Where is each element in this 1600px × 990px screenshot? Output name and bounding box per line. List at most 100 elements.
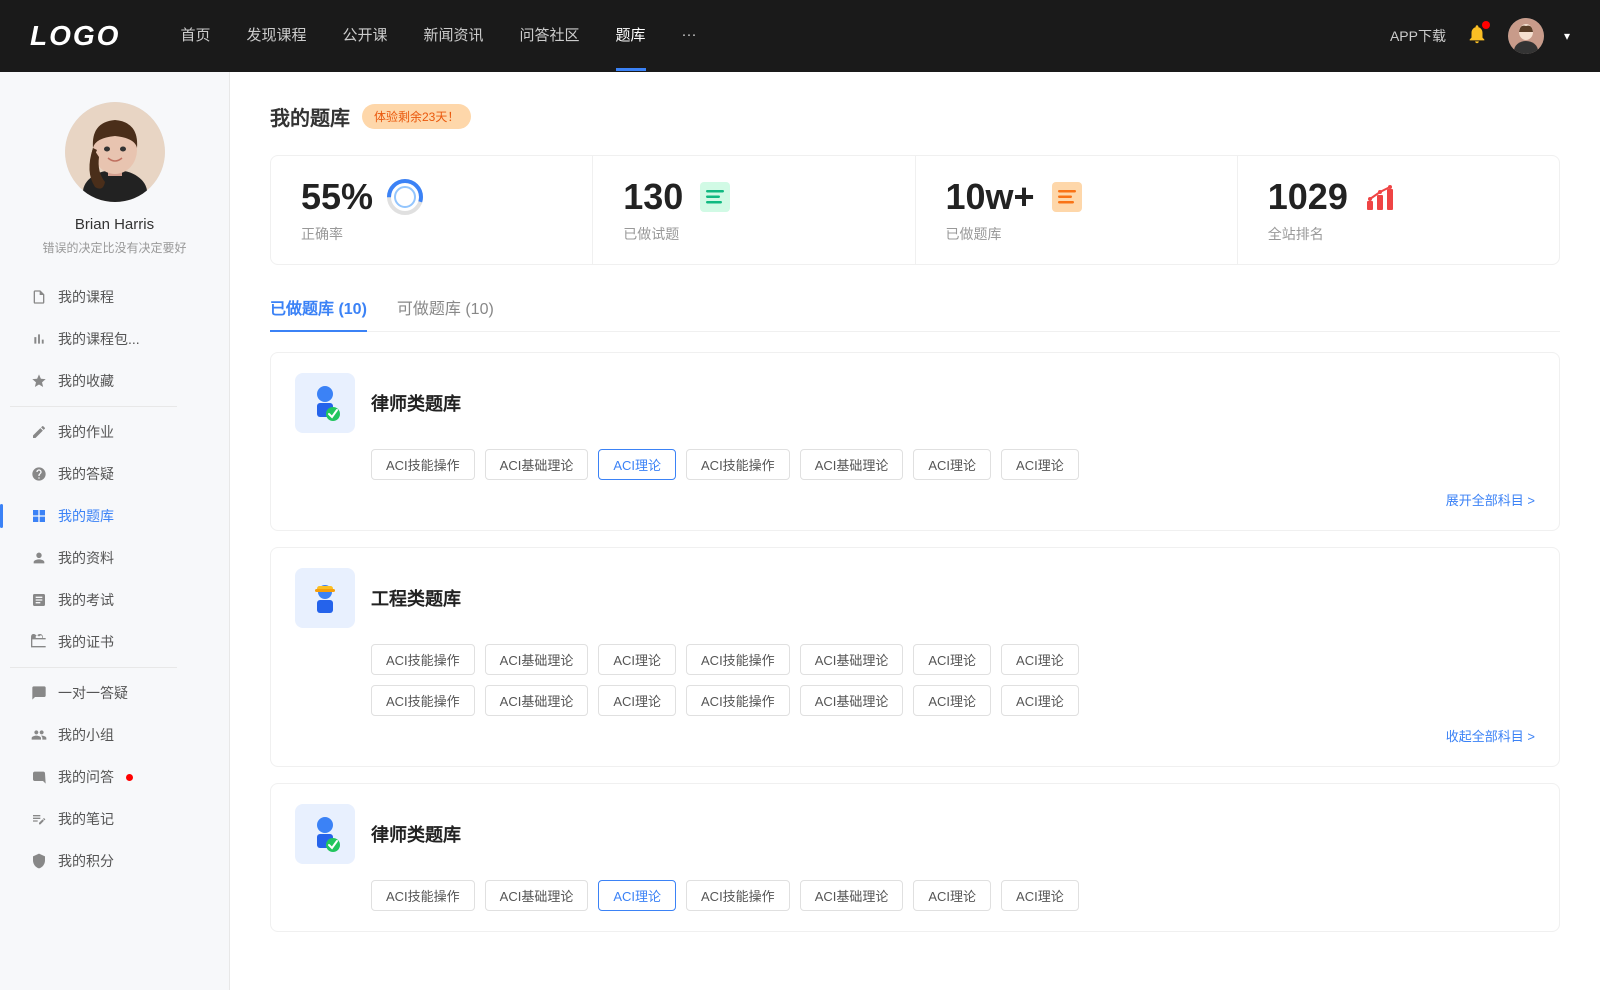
sidebar-item-my-courses[interactable]: 我的课程 [10, 276, 219, 318]
eng-tag-12[interactable]: ACI理论 [913, 685, 991, 716]
l2-tag-0[interactable]: ACI技能操作 [371, 880, 475, 911]
bank-title-lawyer-2: 律师类题库 [371, 821, 461, 847]
bank-tags-lawyer-1: ACI技能操作 ACI基础理论 ACI理论 ACI技能操作 ACI基础理论 AC… [295, 449, 1535, 480]
sidebar-item-my-points[interactable]: 我的积分 [10, 840, 219, 882]
sidebar-item-my-group[interactable]: 我的小组 [10, 714, 219, 756]
bank-footer-engineer: 收起全部科目 > [295, 726, 1535, 746]
bank-header-lawyer-2: 律师类题库 [295, 804, 1535, 864]
stat-value-rank: 1029 [1268, 176, 1348, 218]
app-download-button[interactable]: APP下载 [1390, 26, 1446, 46]
sidebar-item-my-data[interactable]: 我的资料 [10, 537, 219, 579]
tag-4[interactable]: ACI基础理论 [800, 449, 904, 480]
sidebar-label-cert: 我的证书 [58, 632, 114, 652]
navbar-right: APP下载 ▾ [1390, 18, 1570, 54]
main-content: 我的题库 体验剩余23天！ 55% 正确率 [230, 72, 1600, 990]
collapse-button-engineer[interactable]: 收起全部科目 > [1446, 729, 1535, 744]
edit-icon [30, 423, 48, 441]
eng-tag-1[interactable]: ACI基础理论 [485, 644, 589, 675]
sidebar-item-one-on-one[interactable]: 一对一答疑 [10, 672, 219, 714]
tag-3[interactable]: ACI技能操作 [686, 449, 790, 480]
eng-tag-11[interactable]: ACI基础理论 [800, 685, 904, 716]
stat-value-banks: 10w+ [946, 176, 1035, 218]
tab-done[interactable]: 已做题库 (10) [270, 295, 367, 331]
sidebar-item-my-questions[interactable]: 我的问答 [10, 756, 219, 798]
cert-icon [30, 633, 48, 651]
l2-tag-5[interactable]: ACI理论 [913, 880, 991, 911]
bank-tags-engineer-row2: ACI技能操作 ACI基础理论 ACI理论 ACI技能操作 ACI基础理论 AC… [295, 685, 1535, 716]
eng-tag-2[interactable]: ACI理论 [598, 644, 676, 675]
user-menu-chevron[interactable]: ▾ [1564, 29, 1570, 43]
l2-tag-4[interactable]: ACI基础理论 [800, 880, 904, 911]
eng-tag-9[interactable]: ACI理论 [598, 685, 676, 716]
engineer-icon [295, 568, 355, 628]
bank-section-lawyer-1: 律师类题库 ACI技能操作 ACI基础理论 ACI理论 ACI技能操作 ACI基… [270, 352, 1560, 531]
sidebar-item-my-notes[interactable]: 我的笔记 [10, 798, 219, 840]
nav-discover[interactable]: 发现课程 [246, 24, 306, 49]
tag-6[interactable]: ACI理论 [1001, 449, 1079, 480]
doc-icon [30, 591, 48, 609]
nav-home[interactable]: 首页 [180, 24, 210, 49]
nav-qa[interactable]: 问答社区 [520, 24, 580, 49]
list-green-icon [695, 177, 735, 217]
sidebar-label-homework: 我的作业 [58, 422, 114, 442]
group-icon [30, 726, 48, 744]
sidebar-item-my-bank[interactable]: 我的题库 [10, 495, 219, 537]
sidebar-item-qa[interactable]: 我的答疑 [10, 453, 219, 495]
sidebar-label-favorites: 我的收藏 [58, 371, 114, 391]
stat-label-banks: 已做题库 [946, 224, 1207, 244]
eng-tag-0[interactable]: ACI技能操作 [371, 644, 475, 675]
stat-value-accuracy: 55% [301, 176, 373, 218]
nav-news[interactable]: 新闻资讯 [424, 24, 484, 49]
bank-title-lawyer-1: 律师类题库 [371, 390, 461, 416]
l2-tag-6[interactable]: ACI理论 [1001, 880, 1079, 911]
sidebar-item-homework[interactable]: 我的作业 [10, 411, 219, 453]
sidebar-label-my-questions: 我的问答 [58, 767, 114, 787]
bank-tabs: 已做题库 (10) 可做题库 (10) [270, 295, 1560, 332]
bank-tags-engineer-row1: ACI技能操作 ACI基础理论 ACI理论 ACI技能操作 ACI基础理论 AC… [295, 644, 1535, 675]
nav-question-bank[interactable]: 题库 [616, 24, 646, 49]
eng-tag-4[interactable]: ACI基础理论 [800, 644, 904, 675]
stat-top-done: 130 [623, 176, 884, 218]
lawyer-icon [295, 373, 355, 433]
tag-1[interactable]: ACI基础理论 [485, 449, 589, 480]
nav-open-course[interactable]: 公开课 [342, 24, 387, 49]
points-icon [30, 852, 48, 870]
logo: LOGO [30, 20, 120, 52]
tag-0[interactable]: ACI技能操作 [371, 449, 475, 480]
eng-tag-10[interactable]: ACI技能操作 [686, 685, 790, 716]
tag-5[interactable]: ACI理论 [913, 449, 991, 480]
bank-section-lawyer-2: 律师类题库 ACI技能操作 ACI基础理论 ACI理论 ACI技能操作 ACI基… [270, 783, 1560, 932]
stat-top-rank: 1029 [1268, 176, 1529, 218]
tab-available[interactable]: 可做题库 (10) [397, 295, 494, 331]
eng-tag-3[interactable]: ACI技能操作 [686, 644, 790, 675]
user-avatar-nav[interactable] [1508, 18, 1544, 54]
sidebar-item-favorites[interactable]: 我的收藏 [10, 360, 219, 402]
sidebar-item-cert[interactable]: 我的证书 [10, 621, 219, 663]
stat-accuracy: 55% 正确率 [271, 156, 593, 264]
l2-tag-1[interactable]: ACI基础理论 [485, 880, 589, 911]
l2-tag-2[interactable]: ACI理论 [598, 880, 676, 911]
sidebar: Brian Harris 错误的决定比没有决定要好 我的课程 我的课程包... [0, 72, 230, 990]
bank-title-engineer: 工程类题库 [371, 585, 461, 611]
l2-tag-3[interactable]: ACI技能操作 [686, 880, 790, 911]
sidebar-item-my-exam[interactable]: 我的考试 [10, 579, 219, 621]
eng-tag-13[interactable]: ACI理论 [1001, 685, 1079, 716]
stat-top-accuracy: 55% [301, 176, 562, 218]
bank-header-lawyer-1: 律师类题库 [295, 373, 1535, 433]
tag-2[interactable]: ACI理论 [598, 449, 676, 480]
sidebar-label-my-bank: 我的题库 [58, 506, 114, 526]
eng-tag-8[interactable]: ACI基础理论 [485, 685, 589, 716]
expand-button-lawyer-1[interactable]: 展开全部科目 > [1446, 493, 1535, 508]
grid-icon [30, 507, 48, 525]
eng-tag-6[interactable]: ACI理论 [1001, 644, 1079, 675]
notification-dot [1482, 21, 1490, 29]
sidebar-item-course-pack[interactable]: 我的课程包... [10, 318, 219, 360]
nav-more[interactable]: ··· [682, 26, 697, 47]
bank-footer-lawyer-1: 展开全部科目 > [295, 490, 1535, 510]
eng-tag-5[interactable]: ACI理论 [913, 644, 991, 675]
eng-tag-7[interactable]: ACI技能操作 [371, 685, 475, 716]
notification-bell[interactable] [1466, 23, 1488, 50]
page-layout: Brian Harris 错误的决定比没有决定要好 我的课程 我的课程包... [0, 72, 1600, 990]
question-icon [30, 465, 48, 483]
sidebar-label-my-data: 我的资料 [58, 548, 114, 568]
